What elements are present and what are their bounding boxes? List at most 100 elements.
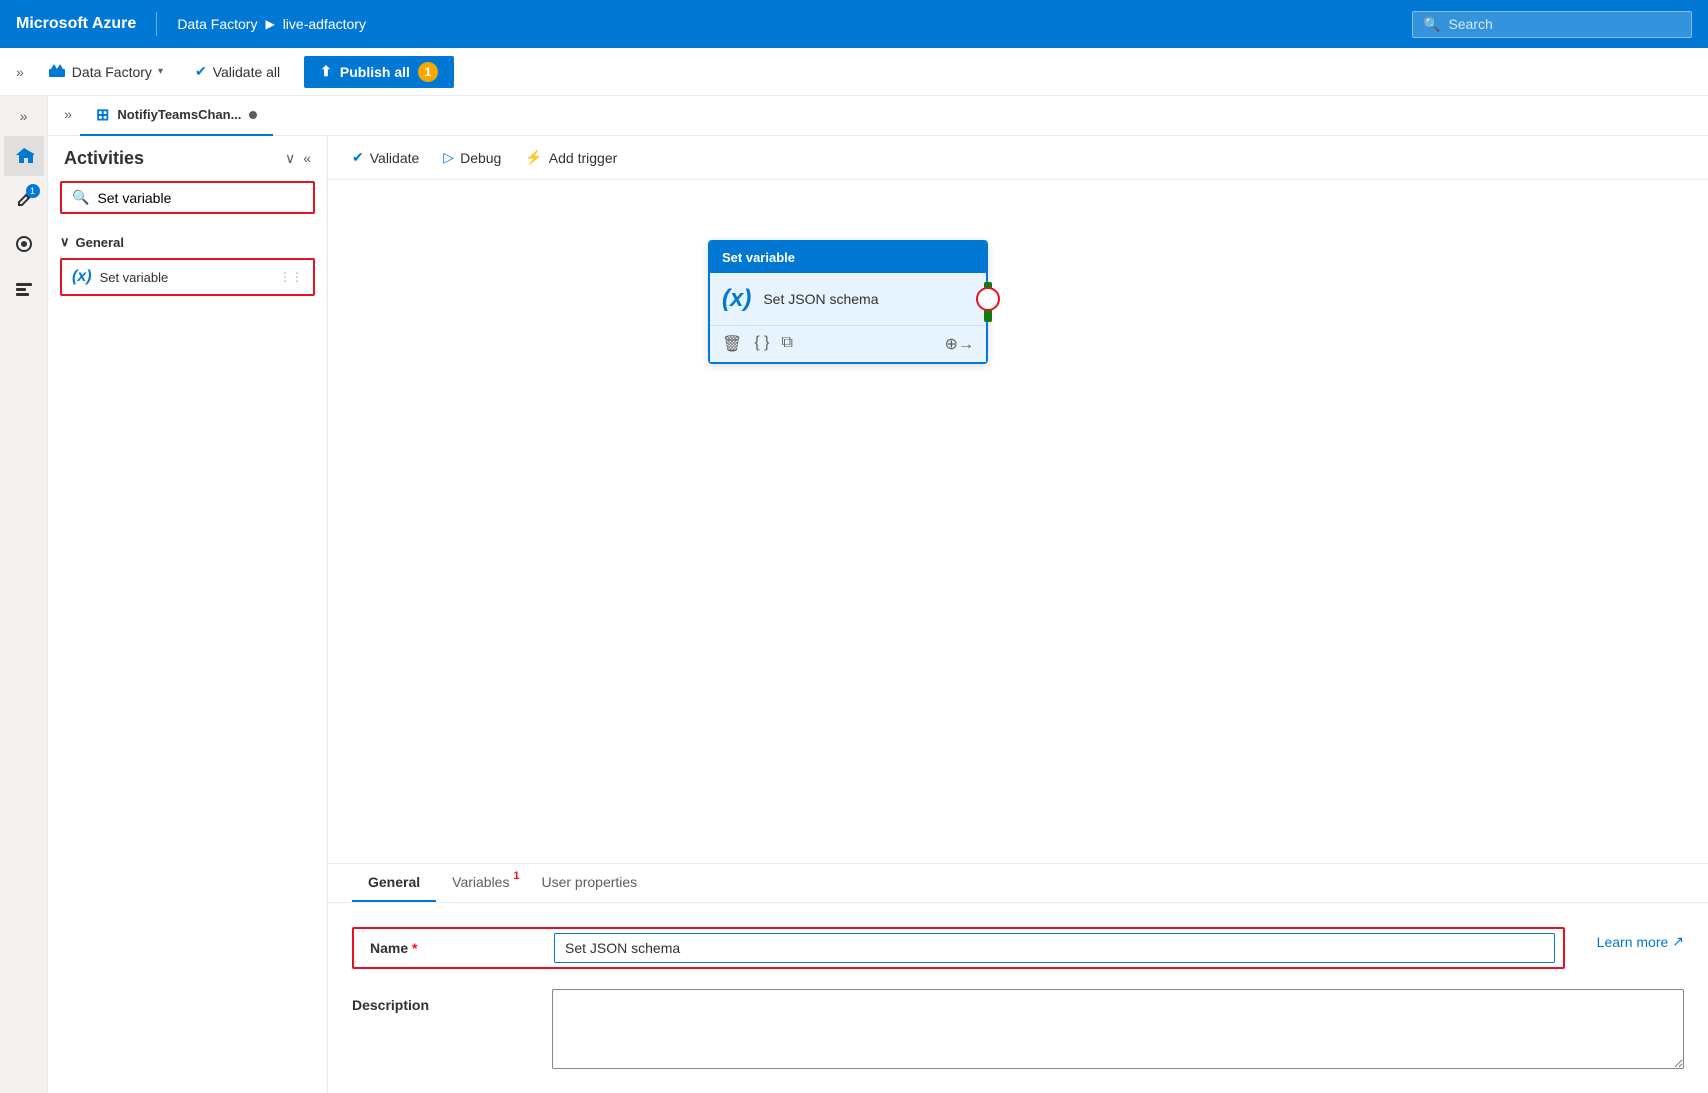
add-trigger-button[interactable]: ⚡ Add trigger [525, 149, 617, 166]
section-label: General [76, 235, 124, 250]
breadcrumb-item-2: live-adfactory [283, 16, 366, 32]
copy-icon[interactable]: ⧉ [781, 334, 792, 354]
search-input[interactable] [1448, 16, 1681, 32]
learn-more-link[interactable]: Learn more ↗ [1597, 927, 1684, 950]
chevron-down-icon: ∨ [60, 234, 70, 250]
minimize-icon[interactable]: « [303, 150, 311, 167]
description-label: Description [352, 989, 552, 1013]
breadcrumb-item-1: Data Factory [177, 16, 257, 32]
search-box[interactable]: 🔍 [1412, 11, 1692, 38]
add-trigger-label: Add trigger [549, 150, 617, 166]
search-icon: 🔍 [72, 189, 89, 206]
nav-divider [156, 12, 157, 36]
breadcrumb: Data Factory ▶ live-adfactory [177, 16, 366, 32]
activities-title: Activities [64, 148, 144, 169]
tab-general-label: General [368, 874, 420, 890]
tab-bar: » ⊞ NotifiyTeamsChan... [48, 96, 1708, 136]
canvas-card-activity-icon: (x) [722, 285, 751, 313]
publish-all-button[interactable]: ⬆ Publish all 1 [304, 56, 454, 88]
tab-general[interactable]: General [352, 864, 436, 902]
breadcrumb-arrow: ▶ [265, 17, 274, 31]
sidebar-item-author[interactable]: 1 [4, 180, 44, 220]
activities-section-general: ∨ General (x) Set variable ⋮⋮ [48, 222, 327, 308]
sidebar-item-manage[interactable] [4, 268, 44, 308]
content-area: » ⊞ NotifiyTeamsChan... Activities ∨ « [48, 96, 1708, 1093]
activity-set-variable[interactable]: (x) Set variable ⋮⋮ [60, 258, 315, 296]
pipeline-tab-label: NotifiyTeamsChan... [117, 107, 241, 122]
brand-label: Microsoft Azure [16, 15, 136, 33]
validate-all-button[interactable]: ✔ Validate all [187, 59, 288, 84]
main-toolbar: » Data Factory ▾ ✔ Validate all ⬆ Publis… [0, 48, 1708, 96]
activity-label: Set variable [100, 270, 169, 285]
canvas-card-body: (x) Set JSON schema [710, 273, 986, 325]
canvas[interactable]: Set variable (x) Set JSON schema 🗑 { } ⧉… [328, 180, 1708, 863]
canvas-card-header: Set variable [710, 242, 986, 273]
validate-button[interactable]: ✔ Validate [352, 149, 419, 166]
validate-label: Validate [370, 150, 420, 166]
name-required-star: * [412, 940, 417, 956]
publish-label: Publish all [340, 64, 410, 80]
factory-icon [48, 61, 66, 82]
checkmark-icon: ✔ [195, 63, 207, 80]
tab-user-properties[interactable]: User properties [525, 864, 653, 902]
activities-panel: Activities ∨ « 🔍 ∨ General [48, 136, 328, 1093]
json-icon[interactable]: { } [754, 334, 769, 354]
pipeline-tab-icon: ⊞ [96, 105, 109, 125]
validate-all-label: Validate all [213, 64, 280, 80]
debug-label: Debug [460, 150, 501, 166]
collapse-sidebar-button[interactable]: » [12, 104, 36, 128]
description-field-row: Description [352, 989, 1684, 1069]
activities-controls[interactable]: ∨ « [285, 150, 311, 167]
description-input[interactable] [552, 989, 1684, 1069]
canvas-card-actions: 🗑 { } ⧉ ⊕→ [710, 325, 986, 362]
name-label: Name * [354, 940, 554, 956]
pipeline-tab[interactable]: ⊞ NotifiyTeamsChan... [80, 96, 273, 136]
sidebar-icons: » 1 [0, 96, 48, 1093]
activities-header: Activities ∨ « [48, 136, 327, 181]
top-nav: Microsoft Azure Data Factory ▶ live-adfa… [0, 0, 1708, 48]
validate-checkmark-icon: ✔ [352, 149, 364, 166]
search-icon: 🔍 [1423, 16, 1440, 33]
tab-user-properties-label: User properties [541, 874, 637, 890]
name-field-row: Name * Learn more ↗ [352, 927, 1684, 969]
author-badge: 1 [26, 184, 40, 198]
chevron-down-icon: ▾ [158, 66, 163, 77]
sidebar-item-monitor[interactable] [4, 224, 44, 264]
bottom-content: Name * Learn more ↗ [328, 903, 1708, 1093]
action-bar: ✔ Validate ▷ Debug ⚡ Add trigger [328, 136, 1708, 180]
activities-search-input[interactable] [97, 190, 303, 206]
expand-tab-button[interactable]: » [56, 102, 80, 126]
pipeline-container: Activities ∨ « 🔍 ∨ General [48, 136, 1708, 1093]
app-layout: » 1 » ⊞ NotifiyTeamsChan... [0, 96, 1708, 1093]
canvas-circle-indicator [976, 287, 1000, 311]
debug-play-icon: ▷ [443, 149, 454, 166]
debug-button[interactable]: ▷ Debug [443, 149, 501, 166]
canvas-area: ✔ Validate ▷ Debug ⚡ Add trigger [328, 136, 1708, 1093]
activities-search-box[interactable]: 🔍 [60, 181, 315, 214]
tab-variables[interactable]: Variables 1 [436, 864, 525, 902]
data-factory-label: Data Factory [72, 64, 152, 80]
tab-unsaved-dot [249, 111, 257, 119]
canvas-activity-card[interactable]: Set variable (x) Set JSON schema 🗑 { } ⧉… [708, 240, 988, 364]
publish-badge: 1 [418, 62, 438, 82]
collapse-icon[interactable]: ∨ [285, 150, 295, 167]
sidebar-item-home[interactable] [4, 136, 44, 176]
connect-arrow-icon[interactable]: ⊕→ [945, 334, 974, 354]
variables-badge: 1 [513, 870, 519, 882]
set-variable-icon: (x) [72, 268, 92, 286]
bottom-form: Name * Learn more ↗ [352, 927, 1684, 1069]
bottom-panel: General Variables 1 User properties [328, 863, 1708, 1093]
canvas-card-name: Set JSON schema [763, 291, 878, 307]
section-general-header[interactable]: ∨ General [60, 230, 315, 254]
drag-handle-icon[interactable]: ⋮⋮ [279, 270, 303, 284]
name-input[interactable] [554, 933, 1555, 963]
delete-icon[interactable]: 🗑 [722, 334, 742, 354]
trigger-icon: ⚡ [525, 149, 542, 166]
data-factory-menu[interactable]: Data Factory ▾ [40, 57, 171, 86]
learn-more-label: Learn more [1597, 934, 1669, 950]
upload-icon: ⬆ [320, 63, 332, 80]
tab-variables-label: Variables [452, 874, 509, 890]
expand-icon[interactable]: » [16, 64, 24, 80]
bottom-tabs: General Variables 1 User properties [328, 864, 1708, 903]
external-link-icon: ↗ [1672, 933, 1684, 950]
